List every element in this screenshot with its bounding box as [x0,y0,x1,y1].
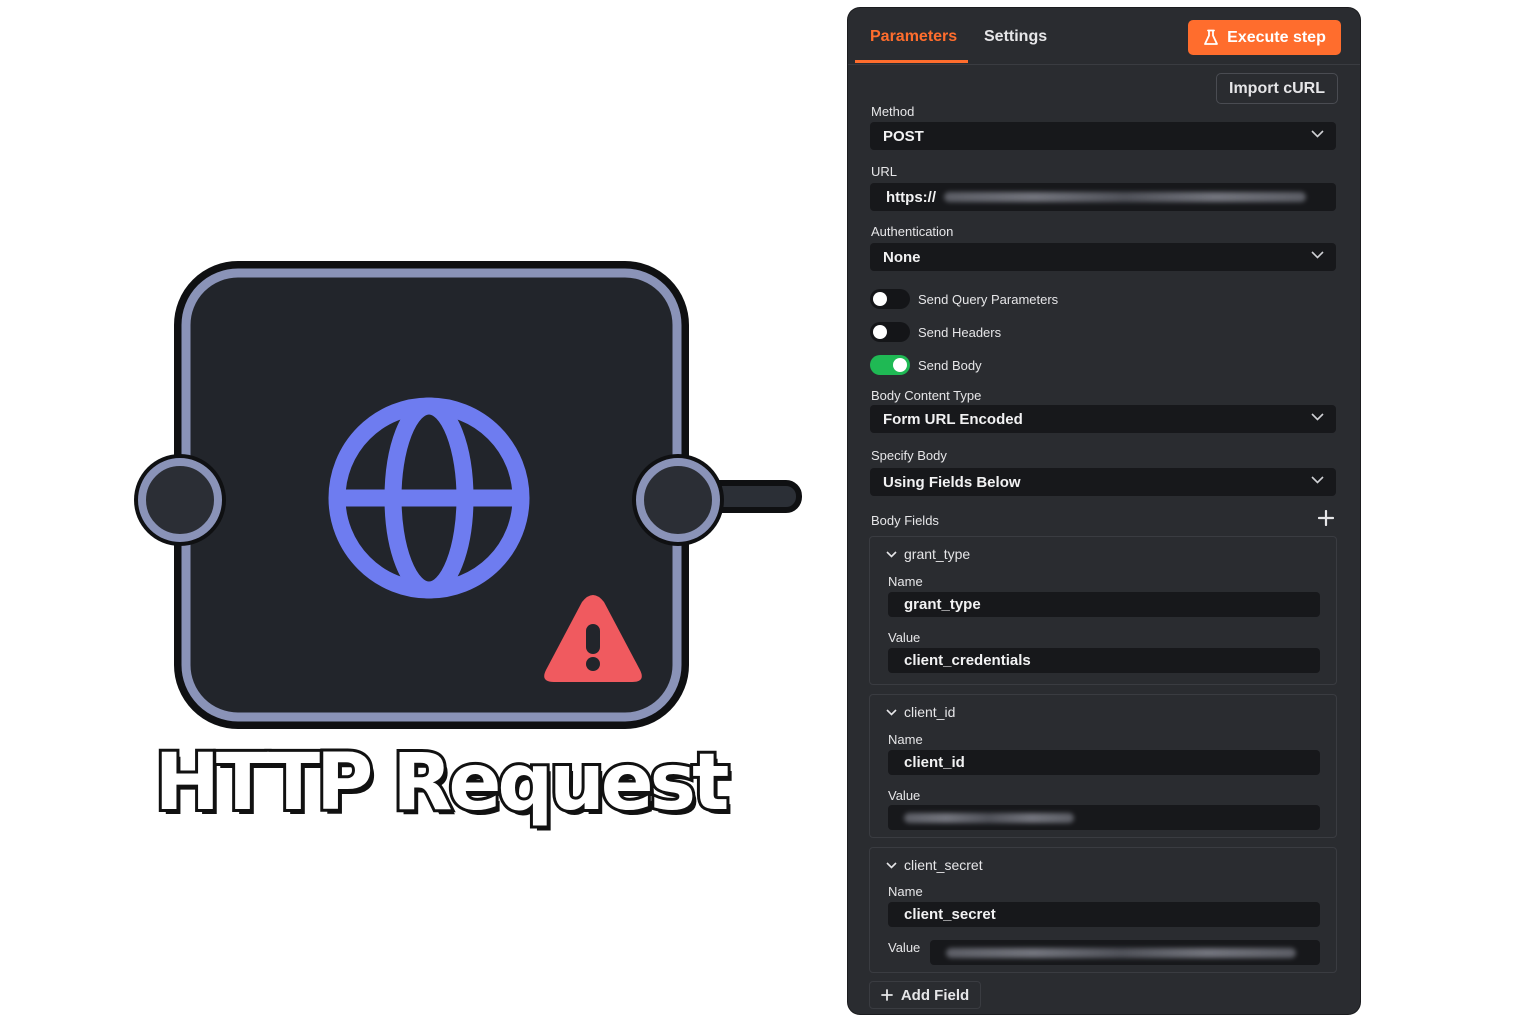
field-name-value: grant_type [904,596,981,613]
body-content-type-value: Form URL Encoded [883,410,1023,428]
field-value-label: Value [888,788,921,803]
field-value-value: client_credentials [904,652,1031,669]
field-name-input[interactable]: grant_type [888,592,1320,617]
field-name-input[interactable]: client_id [888,750,1320,775]
node-parameters-panel: Parameters Settings Execute step Import … [848,8,1360,1014]
method-select[interactable]: POST [870,122,1336,150]
input-handle[interactable] [134,454,226,546]
field-name-label: Name [888,574,923,589]
method-label: Method [871,104,915,119]
tab-settings[interactable]: Settings [984,28,1047,46]
field-name-label: Name [888,732,923,747]
active-tab-indicator [855,60,968,63]
redacted-value [946,947,1296,958]
chevron-down-icon [1311,413,1324,421]
chevron-down-icon [886,861,897,869]
chevron-down-icon [1311,251,1324,259]
field-name-label: Name [888,884,923,899]
send-query-parameters-toggle[interactable] [870,289,910,309]
redacted-value [904,812,1074,823]
body-field-group: grant_type Name grant_type Value client_… [869,536,1337,685]
method-value: POST [883,127,924,145]
chevron-down-icon [1311,130,1324,138]
field-value-input[interactable] [888,805,1320,830]
chevron-down-icon [1311,476,1324,484]
chevron-down-icon [886,708,897,716]
add-field-button[interactable]: Add Field [869,981,981,1009]
field-name-value: client_id [904,754,965,771]
specify-body-value: Using Fields Below [883,473,1021,491]
field-group-header[interactable]: client_id [886,704,955,720]
node-graphic [134,261,802,729]
body-field-group: client_id Name client_id Value [869,694,1337,838]
import-curl-button[interactable]: Import cURL [1216,73,1338,104]
authentication-label: Authentication [871,224,954,239]
field-group-title: grant_type [904,546,971,562]
field-group-title: client_id [904,704,956,720]
body-content-type-select[interactable]: Form URL Encoded [870,405,1336,433]
authentication-value: None [883,248,921,266]
field-value-label: Value [888,940,921,955]
specify-body-select[interactable]: Using Fields Below [870,468,1336,496]
tab-parameters[interactable]: Parameters [870,28,957,46]
add-field-plus-icon[interactable] [1318,510,1334,526]
execute-step-button[interactable]: Execute step [1188,20,1341,55]
execute-step-label: Execute step [1227,28,1326,46]
body-field-group: client_secret Name client_secret Value [869,847,1337,973]
field-group-title: client_secret [904,857,983,873]
send-query-parameters-label: Send Query Parameters [918,292,1059,307]
body-fields-label: Body Fields [871,513,939,528]
field-name-input[interactable]: client_secret [888,902,1320,927]
add-field-label: Add Field [900,986,970,1004]
send-headers-toggle[interactable] [870,322,910,342]
http-request-node[interactable]: HTTP Request [120,250,820,850]
url-label: URL [871,164,898,179]
field-value-input[interactable]: client_credentials [888,648,1320,673]
send-body-label: Send Body [918,358,982,373]
output-handle[interactable] [632,454,724,546]
specify-body-label: Specify Body [871,448,947,463]
field-group-header[interactable]: grant_type [886,546,970,562]
chevron-down-icon [886,550,897,558]
node-title: HTTP Request [152,735,733,831]
url-value: https:// [886,188,936,206]
flask-icon [1204,29,1219,45]
field-group-header[interactable]: client_secret [886,857,983,873]
tab-bar: Parameters Settings Execute step [848,8,1360,65]
send-body-toggle[interactable] [870,355,910,375]
field-value-input[interactable] [930,940,1320,965]
body-content-type-label: Body Content Type [871,388,982,403]
send-headers-label: Send Headers [918,325,1002,340]
url-input[interactable]: https:// [870,183,1336,211]
field-value-label: Value [888,630,921,645]
authentication-select[interactable]: None [870,243,1336,271]
plus-icon [880,989,893,1001]
field-name-value: client_secret [904,906,996,923]
redacted-url [944,192,1306,202]
